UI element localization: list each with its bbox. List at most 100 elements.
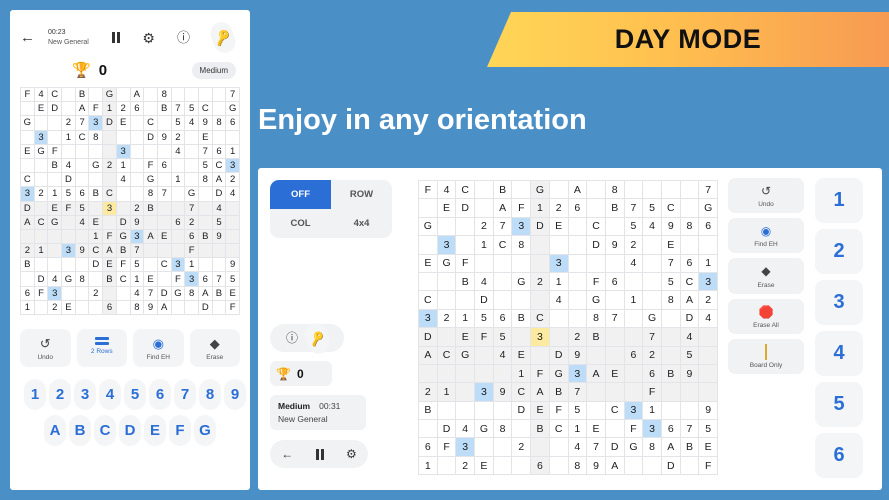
sudoku-cell[interactable]: 3 bbox=[184, 271, 199, 287]
sudoku-cell[interactable]: 3 bbox=[436, 235, 457, 255]
sudoku-cell[interactable] bbox=[642, 253, 662, 273]
sudoku-cell[interactable] bbox=[604, 253, 625, 273]
sudoku-cell[interactable]: 6 bbox=[129, 101, 145, 117]
sudoku-cell[interactable]: E bbox=[604, 363, 625, 384]
sudoku-cell[interactable]: F bbox=[143, 157, 158, 174]
sudoku-cell[interactable]: 7 bbox=[492, 216, 513, 237]
sudoku-cell[interactable]: D bbox=[211, 186, 227, 202]
sudoku-cell[interactable] bbox=[33, 228, 49, 245]
sudoku-cell[interactable]: 8 bbox=[211, 115, 227, 131]
sudoku-cell[interactable] bbox=[492, 363, 513, 384]
sudoku-cell[interactable]: 5 bbox=[474, 308, 494, 329]
sudoku-cell[interactable]: 4 bbox=[115, 172, 131, 188]
sudoku-cell[interactable]: B bbox=[156, 101, 172, 117]
sudoku-cell[interactable]: 2 bbox=[455, 455, 476, 476]
sudoku-cell[interactable] bbox=[20, 129, 35, 145]
sudoku-cell[interactable] bbox=[604, 345, 625, 365]
sudoku-cell[interactable]: 4 bbox=[33, 86, 49, 103]
sudoku-cell[interactable]: 1 bbox=[115, 157, 131, 174]
sudoku-cell[interactable]: 7 bbox=[586, 437, 606, 457]
sudoku-cell[interactable]: 4 bbox=[642, 216, 662, 237]
sudoku-cell[interactable]: 6 bbox=[184, 228, 199, 245]
sudoku-cell[interactable] bbox=[225, 200, 240, 216]
sudoku-cell[interactable]: 5 bbox=[623, 216, 644, 237]
sudoku-cell[interactable] bbox=[511, 419, 532, 439]
sudoku-cell[interactable] bbox=[143, 143, 158, 159]
sudoku-cell[interactable]: 3 bbox=[33, 129, 49, 145]
sudoku-cell[interactable]: 1 bbox=[61, 129, 76, 145]
sudoku-cell[interactable] bbox=[61, 228, 76, 245]
sudoku-cell[interactable]: 3 bbox=[698, 271, 718, 292]
sudoku-cell[interactable]: G bbox=[47, 214, 63, 230]
sudoku-cell[interactable]: 9 bbox=[567, 345, 588, 365]
sudoku-cell[interactable]: 1 bbox=[418, 455, 438, 476]
sudoku-cell[interactable]: 1 bbox=[511, 363, 532, 384]
sudoku-cell[interactable] bbox=[530, 235, 550, 255]
sudoku-cell[interactable] bbox=[436, 216, 457, 237]
sudoku-cell[interactable] bbox=[20, 228, 35, 245]
sudoku-cell[interactable]: G bbox=[418, 216, 438, 237]
sudoku-cell[interactable] bbox=[143, 86, 158, 103]
number-key[interactable]: 8 bbox=[199, 379, 221, 411]
sudoku-cell[interactable]: 9 bbox=[604, 235, 625, 255]
sudoku-cell[interactable] bbox=[115, 299, 131, 316]
sudoku-cell[interactable]: B bbox=[102, 271, 117, 287]
number-pad-row-1[interactable]: 123456789 bbox=[10, 371, 250, 411]
sudoku-cell[interactable]: C bbox=[604, 400, 625, 421]
sudoku-cell[interactable]: B bbox=[74, 86, 90, 103]
sudoku-cell[interactable]: 3 bbox=[567, 363, 588, 384]
sudoku-cell[interactable] bbox=[156, 172, 172, 188]
sudoku-cell[interactable]: 7 bbox=[604, 308, 625, 329]
sudoku-cell[interactable] bbox=[115, 200, 131, 216]
sudoku-cell[interactable] bbox=[492, 455, 513, 476]
sudoku-cell[interactable]: A bbox=[586, 363, 606, 384]
tablet-number-pad[interactable]: 1 2 3 4 5 6 bbox=[812, 178, 866, 490]
sudoku-cell[interactable]: D bbox=[548, 345, 569, 365]
sudoku-cell[interactable] bbox=[623, 308, 644, 329]
sudoku-cell[interactable]: E bbox=[156, 228, 172, 245]
sudoku-cell[interactable] bbox=[129, 143, 145, 159]
sudoku-cell[interactable]: 6 bbox=[567, 198, 588, 218]
sudoku-cell[interactable] bbox=[211, 86, 227, 103]
sudoku-cell[interactable]: G bbox=[115, 228, 131, 245]
sudoku-cell[interactable] bbox=[418, 271, 438, 292]
sudoku-cell[interactable]: 5 bbox=[660, 271, 681, 292]
sudoku-cell[interactable] bbox=[698, 327, 718, 347]
sudoku-cell[interactable]: 7 bbox=[129, 243, 145, 259]
sudoku-cell[interactable]: 4 bbox=[679, 327, 700, 347]
sudoku-cell[interactable]: 1 bbox=[225, 143, 240, 159]
sudoku-cell[interactable]: 1 bbox=[170, 172, 186, 188]
sudoku-cell[interactable] bbox=[143, 214, 158, 230]
sudoku-cell[interactable]: A bbox=[156, 299, 172, 316]
sudoku-cell[interactable]: G bbox=[88, 157, 104, 174]
sudoku-cell[interactable] bbox=[418, 235, 438, 255]
sudoku-cell[interactable]: C bbox=[74, 129, 90, 145]
sudoku-cell[interactable]: 4 bbox=[492, 345, 513, 365]
sudoku-cell[interactable]: 3 bbox=[129, 228, 145, 245]
sudoku-cell[interactable] bbox=[548, 437, 569, 457]
sudoku-cell[interactable]: E bbox=[88, 214, 104, 230]
sudoku-cell[interactable] bbox=[197, 200, 213, 216]
sudoku-cell[interactable]: F bbox=[642, 382, 662, 402]
sudoku-cell[interactable]: E bbox=[698, 437, 718, 457]
sudoku-cell[interactable]: E bbox=[511, 345, 532, 365]
sudoku-cell[interactable]: 2 bbox=[474, 216, 494, 237]
sudoku-cell[interactable]: A bbox=[660, 437, 681, 457]
sudoku-cell[interactable]: 8 bbox=[184, 285, 199, 301]
sudoku-cell[interactable]: 3 bbox=[642, 419, 662, 439]
sudoku-cell[interactable] bbox=[455, 235, 476, 255]
sudoku-cell[interactable]: C bbox=[211, 157, 227, 174]
sudoku-cell[interactable]: 6 bbox=[156, 157, 172, 174]
sudoku-cell[interactable] bbox=[129, 129, 145, 145]
sudoku-cell[interactable]: D bbox=[604, 437, 625, 457]
sudoku-cell[interactable] bbox=[623, 363, 644, 384]
sudoku-cell[interactable]: D bbox=[156, 285, 172, 301]
sudoku-cell[interactable]: F bbox=[88, 101, 104, 117]
sudoku-cell[interactable]: 7 bbox=[698, 179, 718, 200]
sudoku-cell[interactable]: C bbox=[88, 243, 104, 259]
sudoku-cell[interactable]: D bbox=[418, 327, 438, 347]
sudoku-cell[interactable]: E bbox=[20, 143, 35, 159]
sudoku-cell[interactable] bbox=[61, 101, 76, 117]
sudoku-cell[interactable] bbox=[660, 308, 681, 329]
sudoku-cell[interactable] bbox=[170, 243, 186, 259]
